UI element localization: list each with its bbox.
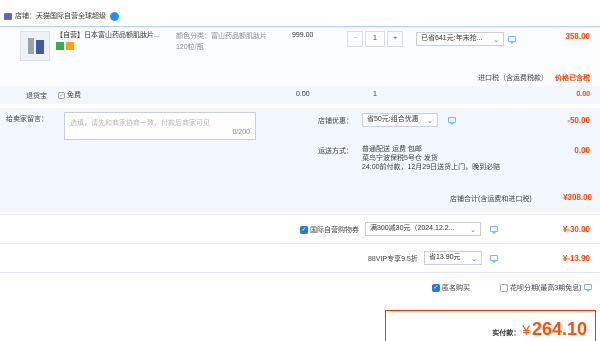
message-placeholder: 选填，请先和商家协商一致，付款后商家可见 <box>70 120 210 127</box>
message-label: 给卖家留言： <box>6 116 48 123</box>
shop-icon <box>4 12 12 20</box>
promo-info-icon[interactable] <box>508 36 516 44</box>
discount-info-icon[interactable] <box>448 117 456 125</box>
service-label: 退货宝 <box>26 93 47 100</box>
product-spec: 颜色分类：富山药品额肌肽片120粒/瓶 <box>176 33 267 51</box>
shop-discount-label: 店铺优惠： <box>318 118 353 125</box>
installment-checkbox[interactable] <box>500 284 508 293</box>
service-price: 0.00 <box>296 91 310 98</box>
shipping-label: 运送方式： <box>318 148 353 155</box>
service-option[interactable]: ✓ 免费 <box>58 90 81 100</box>
service-checkbox[interactable]: ✓ <box>58 91 65 99</box>
tax-badge-icon <box>65 42 74 50</box>
shop-total-value: ¥308.00 <box>563 193 592 202</box>
service-total: 0.00 <box>576 91 590 98</box>
chevron-down-icon: ⌄ <box>470 227 476 234</box>
options-row: ✓ 匿名购买 花呗分期(最高3期免息) <box>0 272 600 300</box>
increase-button[interactable]: + <box>387 31 403 47</box>
shop-name[interactable]: 店铺：天猫国际自营全球超级 <box>15 11 106 21</box>
shop-total-label: 店铺合计(含运费和进口税) <box>450 196 532 203</box>
message-input[interactable]: 选填，请先和商家协商一致，付款后商家可见 0/200 <box>64 112 256 140</box>
chevron-down-icon: ⌄ <box>471 256 477 263</box>
installment-info-icon[interactable] <box>584 284 593 292</box>
import-tax-value: 价格已含税 <box>555 75 590 82</box>
coupon-checkbox[interactable]: ✓ <box>300 226 308 235</box>
shipping-method: 普通配送 运费 包邮 <box>362 146 422 153</box>
chevron-down-icon: ⌄ <box>427 118 433 125</box>
shipping-value: 0.00 <box>574 146 590 155</box>
vip-label: 88VIP专享9.5折 <box>368 256 418 263</box>
vip-select[interactable]: 省13.90元 ⌄ <box>424 251 482 265</box>
anonymous-checkbox[interactable]: ✓ <box>432 284 440 293</box>
shop-header: 店铺：天猫国际自营全球超级 <box>4 10 119 22</box>
product-badges <box>56 42 74 52</box>
coupon-label: 国际自营购物券 <box>309 227 359 234</box>
coupon-row: ✓ 国际自营购物券 满300减30元（2024.12.2... ⌄ ¥-30.0… <box>0 214 600 242</box>
shop-discount-select[interactable]: 省50元:组合优惠 ⌄ <box>362 113 438 127</box>
vip-value: ¥-13.90 <box>562 254 590 263</box>
coupon-option[interactable]: ✓ 国际自营购物券 <box>300 225 359 235</box>
coupon-info-icon[interactable] <box>490 226 498 234</box>
service-row: 退货宝 ✓ 免费 0.00 1 0.00 <box>0 86 600 104</box>
item-subtotal: 358.00 <box>565 32 590 41</box>
service-qty: 1 <box>373 91 377 98</box>
self-operated-tag: 【自营】 <box>56 32 84 39</box>
installment-option[interactable]: 花呗分期(最高3期免息) <box>500 283 593 293</box>
product-thumbnail[interactable] <box>20 31 50 61</box>
anonymous-option[interactable]: ✓ 匿名购买 <box>432 283 470 293</box>
shipping-warehouse: 菜鸟宁波保税5号仓 发货 <box>362 155 438 162</box>
coupon-value: ¥-30.00 <box>562 225 590 234</box>
quantity-input[interactable]: 1 <box>365 31 385 47</box>
pay-amount: 264.10 <box>531 319 587 339</box>
decrease-button[interactable]: − <box>347 31 363 47</box>
pay-summary-box: 实付款： ¥ 264.10 <box>385 310 596 341</box>
vip-row: 88VIP专享9.5折 省13.90元 ⌄ ¥-13.90 <box>0 243 600 271</box>
shipping-eta: 24:00前付款，12月29日送货上门，晚到必赔 <box>362 164 501 171</box>
vip-info-icon[interactable] <box>490 255 498 263</box>
pay-line: 实付款： ¥ 264.10 <box>492 319 587 340</box>
import-tax-label: 进口税（含运费税款） <box>478 75 548 82</box>
shop-discount-value: -50.00 <box>567 116 590 125</box>
chat-icon[interactable] <box>110 11 119 21</box>
shipping-info: 普通配送 运费 包邮 菜鸟宁波保税5号仓 发货 24:00前付款，12月29日送… <box>362 145 500 172</box>
coupon-select[interactable]: 满300减30元（2024.12.2... ⌄ <box>365 222 481 236</box>
pay-label: 实付款： <box>492 330 521 337</box>
order-details-section: 给卖家留言： 选填，请先和商家协商一致，付款后商家可见 0/200 店铺优惠： … <box>0 108 600 212</box>
item-promo-select[interactable]: 已省641元:年末抢... ⌄ <box>416 32 504 46</box>
guarantee-badge-icon <box>56 42 64 50</box>
message-counter: 0/200 <box>232 129 250 136</box>
quantity-stepper[interactable]: − 1 + <box>347 31 405 47</box>
pay-currency: ¥ <box>522 322 530 338</box>
unit-price: 999.00 <box>292 32 314 39</box>
item-row: 【自营】日本富山药品额肌肽片... 颜色分类：富山药品额肌肽片120粒/瓶 99… <box>0 26 600 86</box>
product-title[interactable]: 【自营】日本富山药品额肌肽片... <box>56 31 164 40</box>
chevron-down-icon: ⌄ <box>493 37 499 44</box>
